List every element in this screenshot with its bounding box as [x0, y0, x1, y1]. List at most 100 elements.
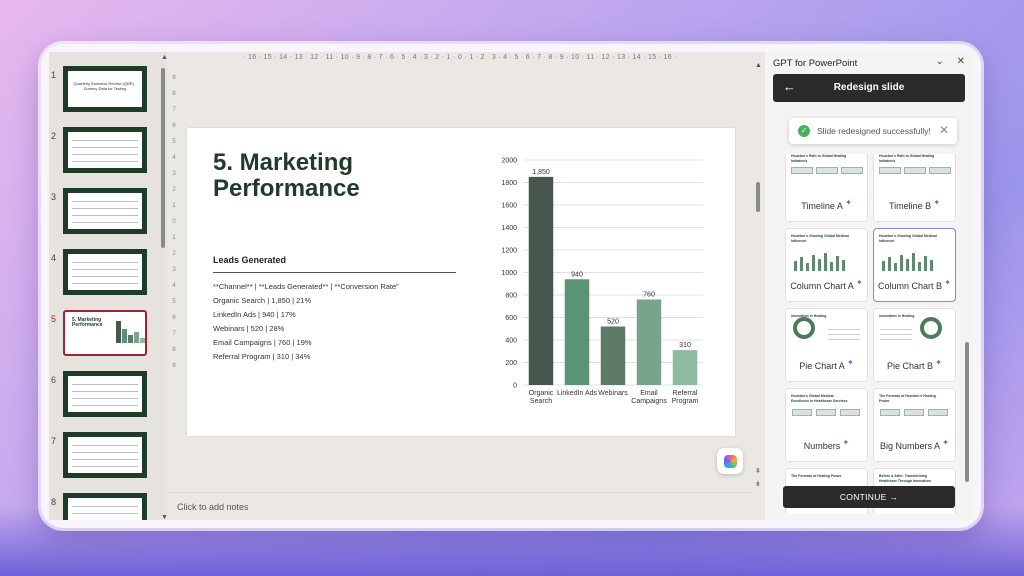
copilot-button[interactable] [717, 448, 743, 474]
scroll-up-arrow-icon[interactable]: ▲ [755, 62, 762, 69]
prev-slide-arrow-icon[interactable]: ⇞ [755, 467, 761, 475]
card-preview-line [880, 329, 912, 330]
card-preview-bar [836, 256, 839, 271]
card-preview-box [879, 167, 901, 174]
card-preview-box [841, 167, 863, 174]
y-tick-label: 600 [505, 315, 517, 322]
slide-thumbnail[interactable]: 5. Marketing Performance [63, 310, 147, 356]
slide-thumbnail-row[interactable]: 5 5. Marketing Performance [49, 310, 167, 362]
panel-scroll-thumb[interactable] [965, 342, 969, 482]
powerpoint-app: ▲ ▼ 1 Quarterly Business Review (QBR) - D… [49, 52, 973, 520]
editor-scroll-thumb[interactable] [756, 182, 760, 212]
card-preview-bar [888, 257, 891, 271]
thumbnail-content [68, 437, 142, 473]
card-preview-title: Houston's Growing Global Medical Influen… [879, 234, 937, 243]
sparkle-icon: ✦ [844, 358, 854, 367]
x-tick-label: Search [530, 398, 552, 405]
layout-card[interactable]: Houston's Growing Global Medical Influen… [785, 228, 868, 302]
current-slide[interactable]: 5. Marketing Performance Leads Generated… [187, 128, 735, 436]
slide-thumbnail[interactable] [63, 432, 147, 478]
slide-thumbnail-row[interactable]: 4 [49, 249, 167, 301]
slide-thumbnail-row[interactable]: 1 Quarterly Business Review (QBR) - Dummy… [49, 66, 167, 118]
ruler-tick-label: 1 [172, 235, 176, 241]
slide-number: 2 [51, 131, 57, 141]
ruler-tick-label: 4 [172, 283, 176, 289]
card-preview-title: Houston's Path to Global Healing Initiat… [791, 154, 847, 163]
layout-card-label: Numbers ✦ [786, 438, 867, 451]
layout-card[interactable]: Houston's Path to Global Healing Initiat… [785, 154, 868, 222]
layout-card[interactable]: Houston's Growing Global Medical Influen… [873, 228, 956, 302]
bar-referral-program [672, 350, 698, 385]
thumbnail-text-line [72, 201, 138, 202]
slide-thumbnail[interactable] [63, 188, 147, 234]
slide-number: 3 [51, 192, 57, 202]
layout-card[interactable]: Innovation in Healing Pie Chart A ✦ [785, 308, 868, 382]
app-window: ▲ ▼ 1 Quarterly Business Review (QBR) - D… [41, 44, 981, 528]
y-tick-label: 200 [505, 360, 517, 367]
thumbnail-text-line [72, 405, 138, 406]
slide-title[interactable]: 5. Marketing Performance [213, 150, 453, 202]
layout-card[interactable]: Innovation in Healing Pie Chart B ✦ [873, 308, 956, 382]
layout-card[interactable]: Houston's Path to Global Healing Initiat… [873, 154, 956, 222]
leads-text-line[interactable]: **Channel** | **Leads Generated** | **Co… [213, 282, 399, 291]
thumbnail-text-line [72, 222, 138, 223]
thumbnail-text-line [72, 513, 138, 514]
slide-thumbnail-row[interactable]: 8 [49, 493, 167, 520]
leads-text-line[interactable]: Email Campaigns | 760 | 19% [213, 338, 312, 347]
chevron-down-icon[interactable]: ⌄ [935, 56, 943, 67]
slide-thumbnail[interactable] [63, 249, 147, 295]
slide-thumbnail-row[interactable]: 7 [49, 432, 167, 484]
slide-thumbnail-row[interactable]: 2 [49, 127, 167, 179]
card-preview-box [929, 167, 951, 174]
close-icon[interactable]: ✕ [957, 56, 965, 67]
layout-options-grid: Houston's Path to Global Healing Initiat… [785, 154, 957, 514]
leads-text-line[interactable]: Referral Program | 310 | 34% [213, 352, 310, 361]
card-preview-box [816, 167, 838, 174]
slide-thumbnail[interactable] [63, 127, 147, 173]
toast-close-icon[interactable]: ✕ [939, 123, 949, 137]
slide-thumbnail[interactable]: Quarterly Business Review (QBR) - Dummy … [63, 66, 147, 112]
card-preview-bar [912, 253, 915, 271]
gpt-side-panel: GPT for PowerPoint ⌄ ✕ ← Redesign slide … [765, 52, 973, 520]
card-preview-title: The Formula of Healing Power [791, 474, 842, 478]
ruler-tick-label: 9 [172, 75, 176, 81]
layout-name: Timeline A [801, 201, 843, 211]
data-label: 520 [607, 319, 619, 326]
slide-thumbnail-row[interactable]: 3 [49, 188, 167, 240]
x-tick-label: Program [672, 398, 699, 405]
leads-text-line[interactable]: Webinars | 520 | 28% [213, 324, 284, 333]
continue-button[interactable]: CONTINUE → [783, 486, 955, 508]
layout-card[interactable]: The Formula of Houston's Healing Power Bi… [873, 388, 956, 462]
ruler-tick-label: 7 [172, 107, 176, 113]
leads-bar-chart[interactable]: 0 200 400 600 800 1000 1200 1400 1600 1800 2000 1,8… [487, 150, 717, 410]
card-preview-bar [842, 260, 845, 271]
slide-thumbnails-panel: ▲ ▼ 1 Quarterly Business Review (QBR) - D… [49, 52, 168, 520]
next-slide-arrow-icon[interactable]: ⇟ [755, 480, 761, 488]
notes-area[interactable]: Click to add notes [169, 492, 751, 520]
check-icon: ✓ [798, 125, 810, 137]
leads-heading[interactable]: Leads Generated [213, 255, 286, 265]
layout-card[interactable]: Houston's Global Medical Excellence in H… [785, 388, 868, 462]
panel-scrollbar[interactable] [965, 152, 969, 482]
card-preview-title: Before & After: Transforming Healthcare … [879, 474, 931, 483]
redesign-header-bar: ← Redesign slide [773, 74, 965, 102]
card-preview-bar [894, 263, 897, 271]
leads-text-line[interactable]: LinkedIn Ads | 940 | 17% [213, 310, 296, 319]
card-preview-line [828, 339, 860, 340]
card-preview-title: Houston's Path to Global Healing Initiat… [879, 154, 935, 163]
layout-name: Pie Chart B [887, 361, 934, 371]
thumbnail-bar [116, 320, 121, 343]
card-preview-bar [818, 259, 821, 271]
slide-thumbnail[interactable] [63, 371, 147, 417]
bar-organic-search [528, 176, 554, 385]
thumbnail-text-line [72, 506, 138, 507]
leads-text-line[interactable]: Organic Search | 1,850 | 21% [213, 296, 311, 305]
sparkle-icon: ✦ [942, 278, 951, 287]
card-preview-bar [918, 262, 921, 271]
scroll-up-arrow-icon[interactable]: ▲ [161, 54, 168, 61]
slide-thumbnail-row[interactable]: 6 [49, 371, 167, 423]
editor-scrollbar[interactable]: ▲ ⇞ ⇟ [753, 62, 763, 490]
card-preview-box [904, 409, 924, 416]
card-preview-box [880, 409, 900, 416]
slide-thumbnail[interactable] [63, 493, 147, 520]
